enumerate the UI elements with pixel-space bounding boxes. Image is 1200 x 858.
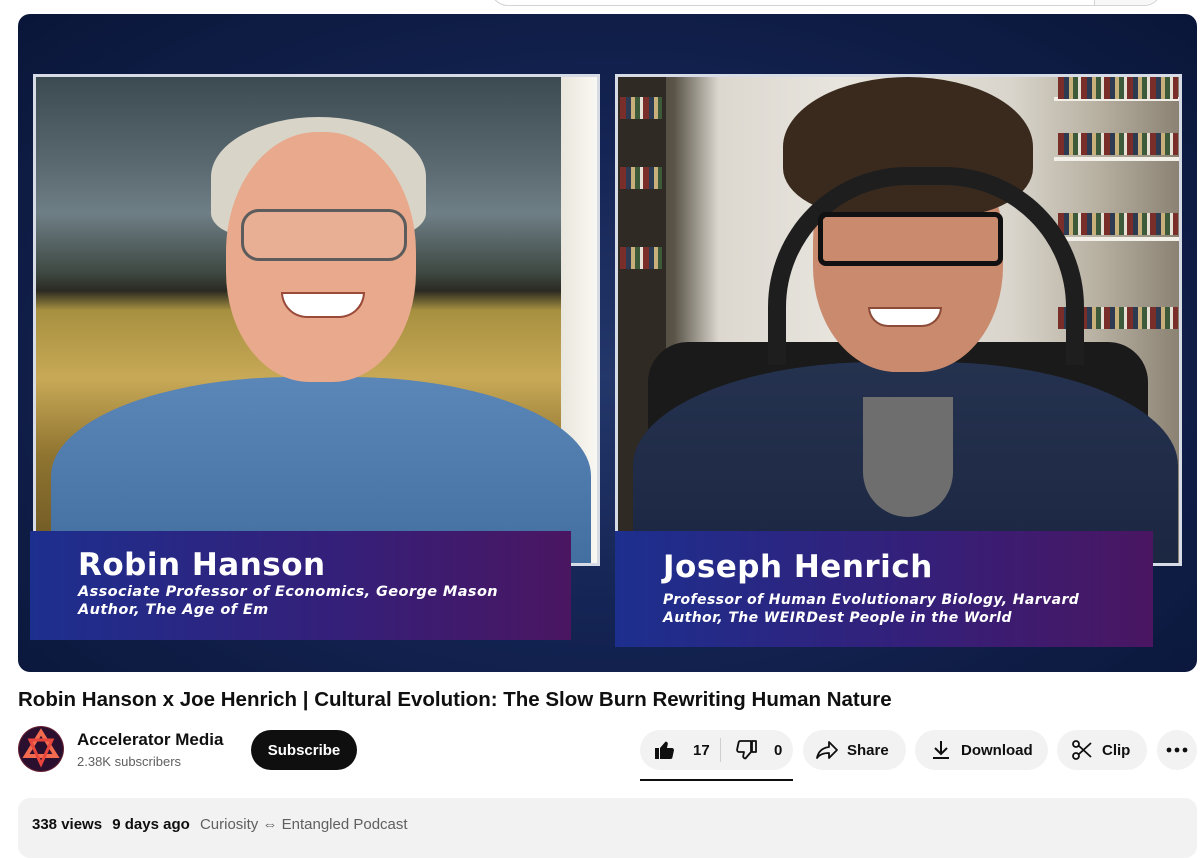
upload-age: 9 days ago	[112, 816, 190, 833]
clip-label: Clip	[1102, 741, 1131, 759]
scissors-icon	[1072, 740, 1092, 760]
more-icon	[1166, 747, 1188, 753]
share-label: Share	[847, 741, 889, 759]
guest-name: Joseph Henrich	[663, 549, 933, 585]
description-box[interactable]: 338 views 9 days ago Curiosity ⇔ Entangl…	[18, 798, 1197, 858]
description-tags[interactable]: Curiosity ⇔ Entangled Podcast	[200, 816, 408, 833]
channel-avatar[interactable]	[18, 726, 64, 772]
like-count: 17	[693, 741, 710, 759]
guest-right-smile	[868, 307, 942, 327]
shelf	[1054, 157, 1179, 161]
channel-name[interactable]: Accelerator Media	[77, 730, 223, 750]
books	[620, 167, 662, 189]
like-underline	[640, 779, 793, 781]
subscriber-count: 2.38K subscribers	[77, 754, 182, 769]
guest-right-glasses	[818, 212, 1003, 266]
clip-button[interactable]: Clip	[1057, 730, 1147, 770]
thumbs-down-icon	[736, 740, 757, 760]
guest-title: Professor of Human Evolutionary Biology,…	[663, 592, 1080, 608]
lower-third-left: Robin Hanson Associate Professor of Econ…	[30, 531, 571, 640]
subscribe-button[interactable]: Subscribe	[251, 730, 357, 770]
view-count: 338 views	[32, 816, 103, 833]
guest-book: Author, The Age of Em	[78, 602, 269, 618]
video-frame-right	[615, 74, 1182, 566]
shelf	[1054, 237, 1179, 241]
video-title: Robin Hanson x Joe Henrich | Cultural Ev…	[18, 688, 892, 711]
like-button[interactable]: 17	[640, 730, 720, 770]
share-icon	[816, 741, 838, 759]
description-meta: 338 views 9 days ago Curiosity ⇔ Entangl…	[32, 816, 414, 833]
download-label: Download	[961, 741, 1033, 759]
guest-title: Associate Professor of Economics, George…	[78, 584, 499, 600]
books	[620, 97, 662, 119]
share-button[interactable]: Share	[803, 730, 906, 770]
channel-logo-icon	[19, 727, 63, 771]
search-button[interactable]	[1094, 0, 1161, 5]
books	[1058, 77, 1178, 99]
books	[1058, 213, 1178, 235]
guest-right-tshirt	[863, 397, 953, 517]
dislike-count: 0	[774, 741, 783, 759]
video-player[interactable]: Robin Hanson Associate Professor of Econ…	[18, 14, 1197, 672]
guest-name: Robin Hanson	[78, 547, 326, 583]
thumbs-up-icon	[655, 741, 674, 759]
download-button[interactable]: Download	[915, 730, 1048, 770]
guest-left-smile	[281, 292, 365, 318]
like-dislike-group: 17 0	[640, 730, 793, 770]
download-icon	[933, 741, 949, 759]
guest-book: Author, The WEIRDest People in the World	[663, 610, 1012, 626]
video-frame-left	[33, 74, 600, 566]
dislike-button[interactable]: 0	[721, 730, 782, 770]
lower-third-right: Joseph Henrich Professor of Human Evolut…	[615, 531, 1153, 647]
guest-left-glasses	[241, 209, 407, 261]
books	[620, 247, 662, 269]
more-actions-button[interactable]	[1157, 730, 1197, 770]
search-bar[interactable]	[490, 0, 1162, 6]
books	[1058, 133, 1178, 155]
